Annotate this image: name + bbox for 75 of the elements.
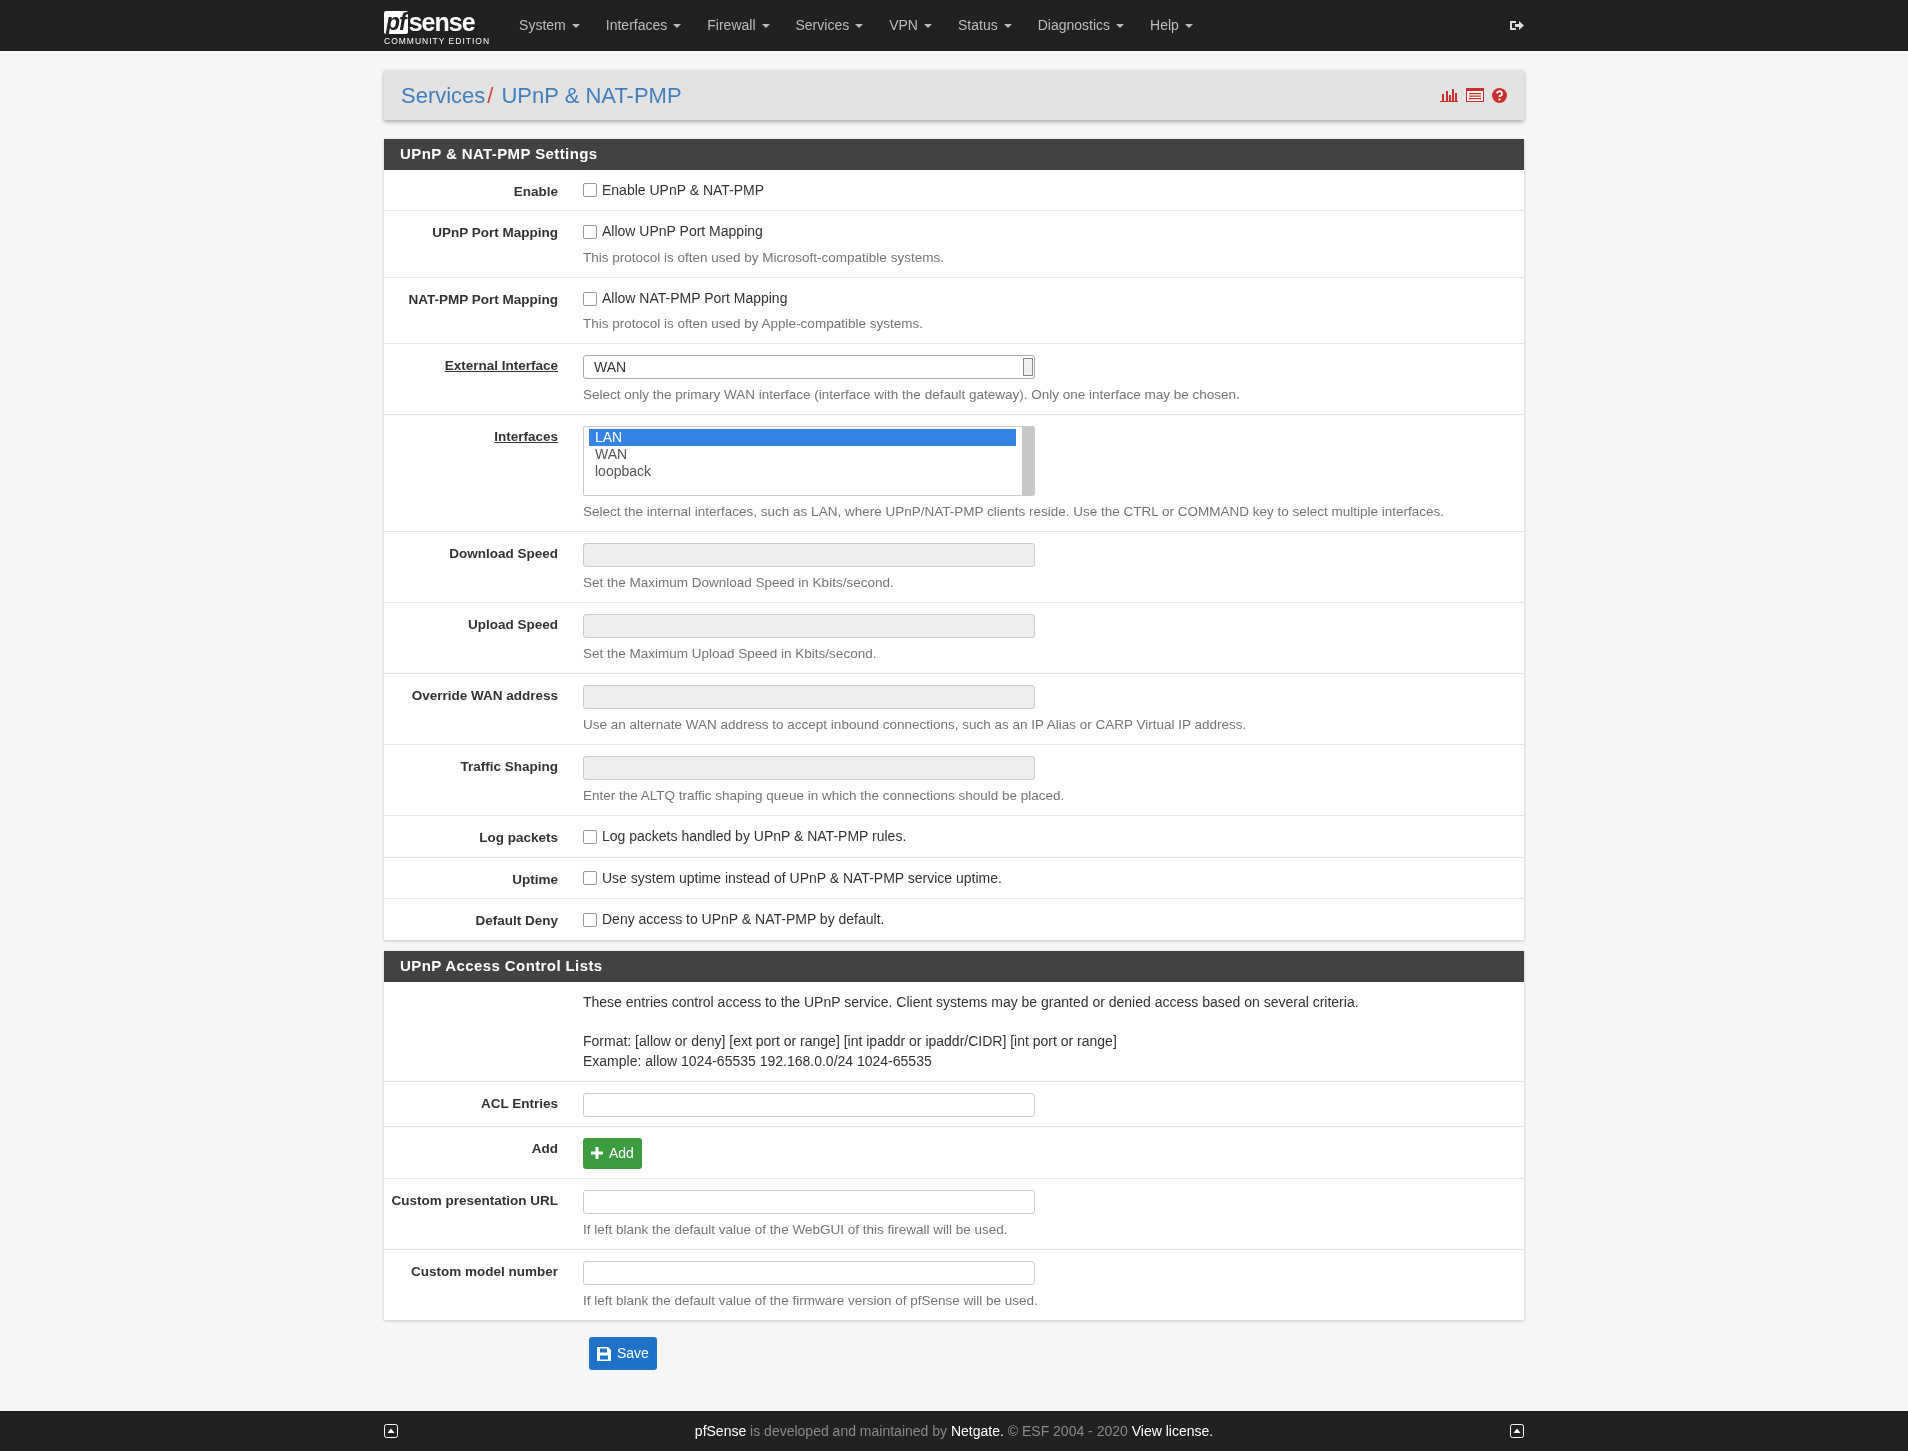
checkbox[interactable] xyxy=(583,225,597,240)
footer-text: pfSense is developed and maintained by Netgate. © ESF 2004 - 2020 View license. xyxy=(694,1421,1214,1441)
plus-icon xyxy=(591,1147,603,1160)
footer-link[interactable]: View license. xyxy=(1131,1422,1214,1439)
info-text: Example: allow 1024-65535 192.168.0.0/24 1024-65535 xyxy=(583,1052,933,1072)
input-field[interactable] xyxy=(583,1092,1035,1117)
bar-chart-icon[interactable] xyxy=(1440,88,1458,102)
info-text: Format: [allow or deny] [ext port or range] [int ipaddr or ipaddr/CIDR] [int port or range] xyxy=(583,1032,1118,1052)
field-label: Custom model number xyxy=(411,1264,558,1280)
field-label: Add xyxy=(531,1140,558,1156)
help-text: Select the internal interfaces, such as LAN, where UPnP/NAT-PMP clients reside. Use the CTRL or COMMAND key to select multiple interfaces. xyxy=(583,503,1446,522)
nav-menu[interactable]: Diagnostics xyxy=(1024,15,1138,36)
checkbox-label[interactable]: Deny access to UPnP & NAT-PMP by default. xyxy=(602,910,885,931)
field-label: Log packets xyxy=(479,829,558,845)
help-text: Select only the primary WAN interface (interface with the default gateway). Only one interface may be chosen. xyxy=(583,386,1241,405)
collapse-icon[interactable] xyxy=(384,1424,398,1438)
checkbox-label[interactable]: Use system uptime instead of UPnP & NAT-PMP service uptime. xyxy=(602,868,1002,889)
checkbox-label[interactable]: Enable UPnP & NAT-PMP xyxy=(602,180,765,201)
checkbox-label[interactable]: Allow NAT-PMP Port Mapping xyxy=(602,288,788,309)
logout-icon[interactable] xyxy=(1510,19,1524,32)
checkbox-label[interactable]: Allow UPnP Port Mapping xyxy=(602,222,763,242)
help-text: This protocol is often used by Microsoft-compatible systems. xyxy=(583,249,945,267)
field-label: Interfaces xyxy=(494,429,558,445)
field-label: Override WAN address xyxy=(411,687,558,703)
help-text: Set the Maximum Download Speed in Kbits/second. xyxy=(583,574,895,593)
list-icon[interactable] xyxy=(1466,88,1484,102)
nav-menu[interactable]: Status xyxy=(945,15,1025,36)
dropdown-field[interactable]: WAN xyxy=(583,355,1035,380)
help-icon[interactable] xyxy=(1492,87,1507,103)
field-label: Upload Speed xyxy=(468,617,558,633)
footer-link[interactable]: Netgate. xyxy=(950,1422,1004,1439)
field-label: Default Deny xyxy=(475,913,558,929)
logo-edition: COMMUNITY EDITION xyxy=(384,37,491,46)
checkbox[interactable] xyxy=(583,291,597,306)
breadcrumb-separator: / xyxy=(487,81,494,110)
field-label: Custom presentation URL xyxy=(391,1193,558,1209)
panel-heading: UPnP & NAT-PMP Settings xyxy=(384,139,1524,170)
help-text: Set the Maximum Upload Speed in Kbits/second. xyxy=(583,645,878,664)
field-label: UPnP Port Mapping xyxy=(432,225,558,241)
nav-menu[interactable]: System xyxy=(506,15,593,36)
help-text: Enter the ALTQ traffic shaping queue in which the connections should be placed. xyxy=(583,786,1066,805)
field-label: ACL Entries xyxy=(480,1095,558,1111)
nav-menu[interactable]: Help xyxy=(1137,15,1206,36)
input-field[interactable] xyxy=(583,1261,1035,1286)
collapse-icon[interactable] xyxy=(1510,1424,1524,1438)
save-button[interactable]: Save xyxy=(589,1337,657,1371)
field-label: Enable xyxy=(513,183,558,199)
nav-menu[interactable]: Interfaces xyxy=(592,15,695,36)
scrollbar[interactable] xyxy=(1022,427,1034,496)
checkbox-label[interactable]: Log packets handled by UPnP & NAT-PMP rules. xyxy=(602,826,907,847)
help-text: This protocol is often used by Apple-compatible systems. xyxy=(583,315,924,334)
nav-menu[interactable]: Firewall xyxy=(694,15,783,36)
help-text: Use an alternate WAN address to accept inbound connections, such as an IP Alias or CARP Virtual IP address. xyxy=(583,715,1248,734)
info-text: These entries control access to the UPnP service. Client systems may be granted or denied access based on several criteria. xyxy=(583,992,1360,1012)
nav-menu[interactable]: Services xyxy=(782,15,877,36)
list-option[interactable]: loopback xyxy=(589,463,1016,481)
checkbox[interactable] xyxy=(583,871,597,886)
input-field[interactable] xyxy=(583,1190,1035,1215)
field-label: External Interface xyxy=(444,358,558,374)
field-label: Traffic Shaping xyxy=(460,758,558,774)
logo-wordmark: sense xyxy=(408,10,475,36)
checkbox[interactable] xyxy=(583,913,597,928)
checkbox[interactable] xyxy=(583,829,597,844)
field-label: Uptime xyxy=(512,871,558,887)
checkbox[interactable] xyxy=(583,183,597,198)
field-label: Download Speed xyxy=(449,546,558,562)
logo-mark: pf xyxy=(384,11,408,35)
help-text: If left blank the default value of the WebGUI of this firewall will be used. xyxy=(583,1221,1009,1240)
nav-menu[interactable]: VPN xyxy=(876,15,945,36)
list-option[interactable]: LAN xyxy=(589,429,1016,447)
help-text: If left blank the default value of the firmware version of pfSense will be used. xyxy=(583,1292,1039,1311)
panel-heading: UPnP Access Control Lists xyxy=(384,951,1524,982)
field-label: NAT-PMP Port Mapping xyxy=(408,291,558,307)
list-option[interactable]: WAN xyxy=(589,446,1016,464)
footer-link[interactable]: pfSense xyxy=(694,1422,747,1439)
